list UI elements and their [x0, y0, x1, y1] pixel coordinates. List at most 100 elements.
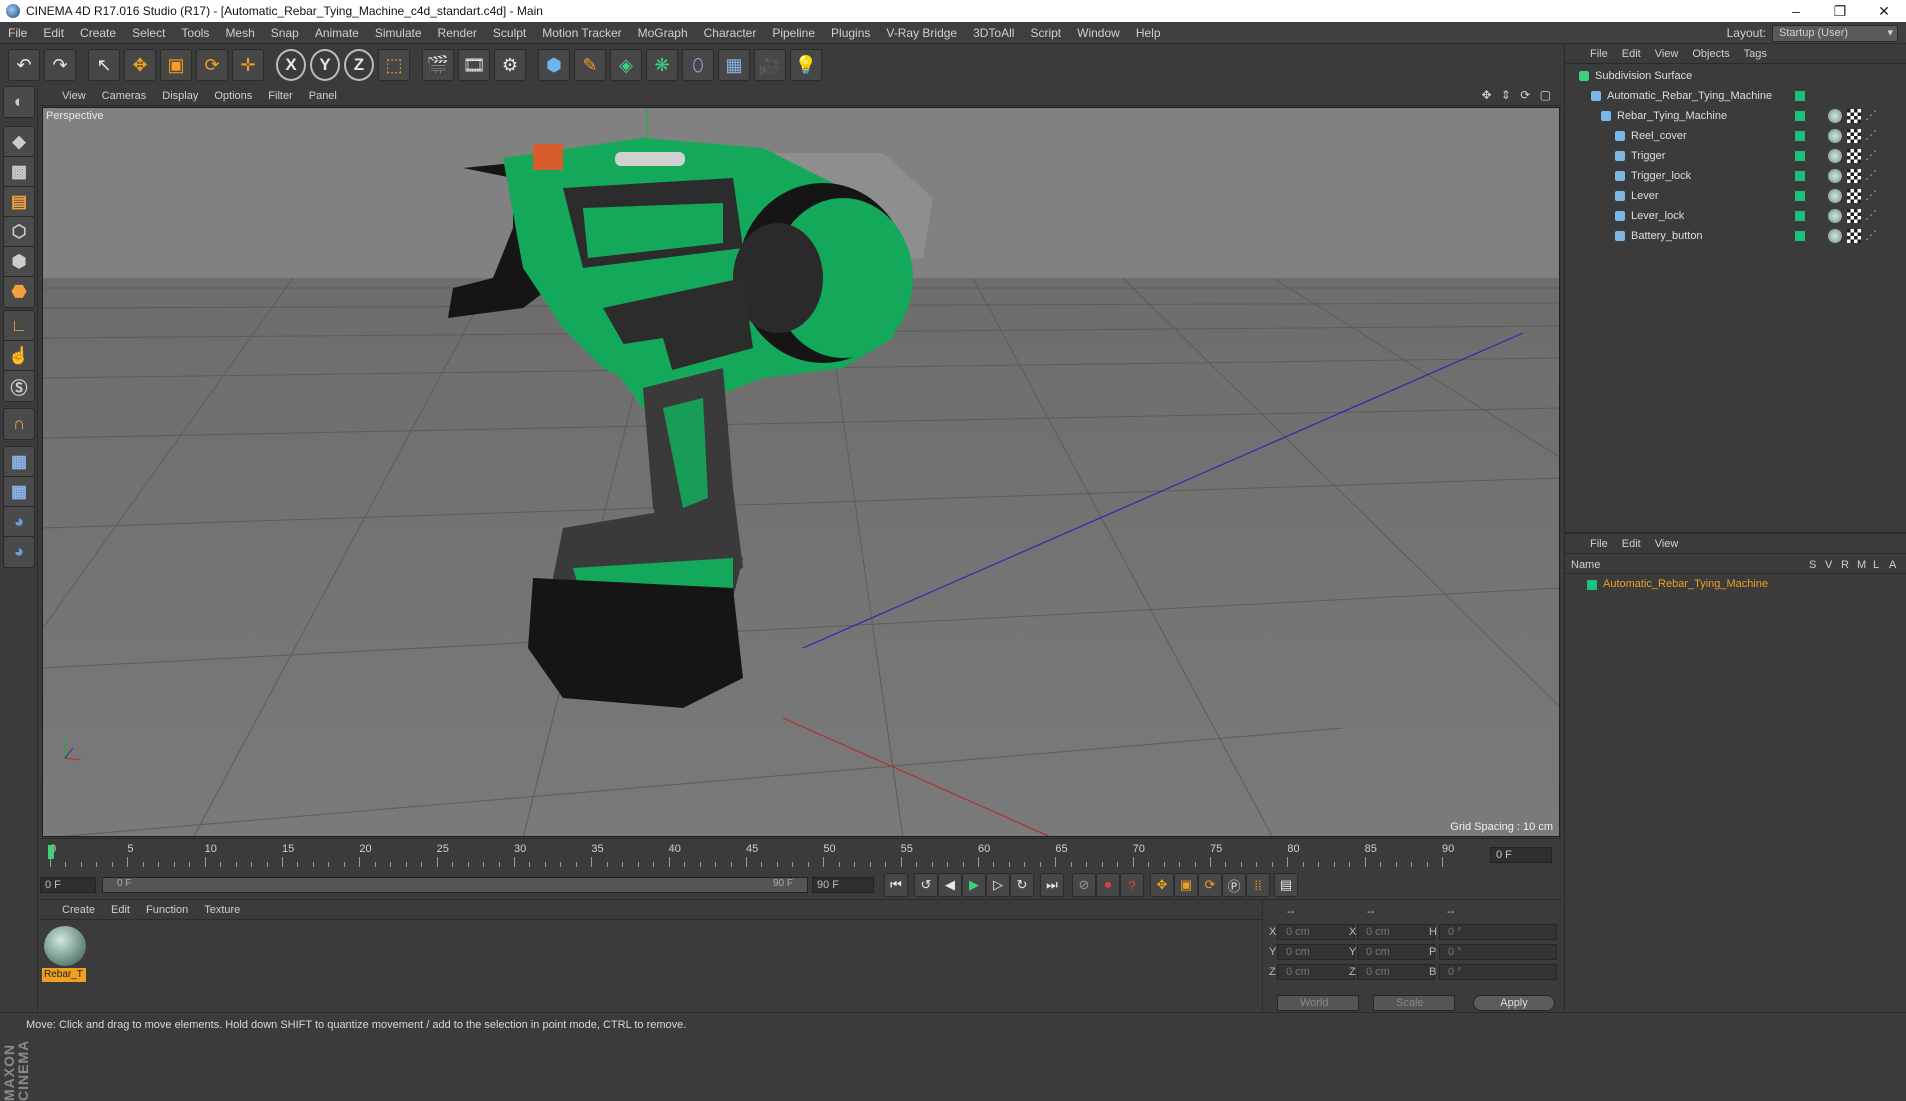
model-mode-icon[interactable]: ◆: [3, 126, 35, 158]
x-axis-lock-icon[interactable]: X: [276, 49, 306, 81]
rot-h-field[interactable]: 0 °: [1439, 924, 1557, 940]
viewport-menu-cameras[interactable]: Cameras: [94, 90, 155, 102]
layer-color-tag[interactable]: [1795, 131, 1805, 141]
preview-range-slider[interactable]: 0 F 90 F: [102, 877, 808, 893]
snap-icon[interactable]: ∩: [3, 408, 35, 440]
pos-y-field[interactable]: 0 cm: [1277, 944, 1355, 960]
menu-mesh[interactable]: Mesh: [217, 26, 262, 40]
record-keys-icon[interactable]: ⊘: [1072, 873, 1096, 897]
texture-mode-icon[interactable]: ▩: [3, 156, 35, 188]
rotate-tool-icon[interactable]: ⟳: [196, 49, 228, 81]
object-row[interactable]: Lever_lock ⋰: [1565, 206, 1906, 226]
texture-tag-icon[interactable]: [1847, 149, 1861, 163]
object-row[interactable]: Rebar_Tying_Machine ⋰: [1565, 106, 1906, 126]
previous-key-icon[interactable]: ↺: [914, 873, 938, 897]
next-frame-icon[interactable]: ▷: [986, 873, 1010, 897]
play-icon[interactable]: ▶: [962, 873, 986, 897]
make-editable-icon[interactable]: ◐: [3, 86, 35, 118]
deformer-icon[interactable]: ⬯: [682, 49, 714, 81]
playhead[interactable]: [48, 845, 54, 859]
position-key-icon[interactable]: ✥: [1150, 873, 1174, 897]
object-row[interactable]: Reel_cover ⋰: [1565, 126, 1906, 146]
viewport-menu-options[interactable]: Options: [206, 90, 260, 102]
weight-tag-icon[interactable]: ⋰: [1865, 129, 1877, 141]
apply-button[interactable]: Apply: [1473, 995, 1555, 1011]
timeline-ruler[interactable]: 051015202530354045505560657075808590 0 F: [40, 838, 1562, 870]
pen-spline-icon[interactable]: ✎: [574, 49, 606, 81]
material-menu-create[interactable]: Create: [54, 904, 103, 916]
material-tag-icon[interactable]: [1828, 129, 1842, 143]
edit-render-settings-icon[interactable]: ⚙: [494, 49, 526, 81]
frame-ruler[interactable]: 051015202530354045505560657075808590: [48, 843, 1500, 867]
rot-b-field[interactable]: 0 °: [1439, 964, 1557, 980]
texture-tag-icon[interactable]: [1847, 109, 1861, 123]
texture-tag-icon[interactable]: [1847, 129, 1861, 143]
weight-tag-icon[interactable]: ⋰: [1865, 189, 1877, 201]
material-tag-icon[interactable]: [1828, 189, 1842, 203]
menu-edit[interactable]: Edit: [35, 26, 72, 40]
coordinate-space-dropdown[interactable]: World: [1277, 995, 1359, 1011]
viewport-menu-view[interactable]: View: [54, 90, 94, 102]
go-to-start-icon[interactable]: ⏮: [884, 873, 908, 897]
om-menu-objects[interactable]: Objects: [1685, 48, 1736, 60]
solo-mode-icon[interactable]: Ⓢ: [3, 370, 35, 402]
weight-tag-icon[interactable]: ⋰: [1865, 229, 1877, 241]
texture-tag-icon[interactable]: [1847, 229, 1861, 243]
layout-dropdown[interactable]: Startup (User): [1772, 24, 1898, 42]
y-axis-lock-icon[interactable]: Y: [310, 49, 340, 81]
layer-color-tag[interactable]: [1795, 91, 1805, 101]
menu-motion-tracker[interactable]: Motion Tracker: [534, 26, 629, 40]
live-selection-icon[interactable]: ↖: [88, 49, 120, 81]
floor-object-icon[interactable]: ▦: [718, 49, 750, 81]
camera-object-icon[interactable]: 🎥: [754, 49, 786, 81]
end-frame-field[interactable]: 90 F: [812, 877, 874, 893]
pla-key-icon[interactable]: ⁞⁞: [1246, 873, 1270, 897]
rot-p-field[interactable]: 0 °: [1439, 944, 1557, 960]
layer-color-tag[interactable]: [1795, 151, 1805, 161]
locked-workplane-icon[interactable]: ▦: [3, 476, 35, 508]
object-row[interactable]: Trigger ⋰: [1565, 146, 1906, 166]
restore-button[interactable]: ❐: [1818, 0, 1862, 22]
coordinate-system-icon[interactable]: ⬚: [378, 49, 410, 81]
material-tag-icon[interactable]: [1828, 209, 1842, 223]
material-menu-texture[interactable]: Texture: [196, 904, 248, 916]
cloner-icon[interactable]: ❋: [646, 49, 678, 81]
viewport-navigation-icons[interactable]: ✥ ⇕ ⟳ ▢: [1481, 88, 1554, 102]
python-script-icon[interactable]: ◕: [3, 506, 35, 538]
weight-tag-icon[interactable]: ⋰: [1865, 149, 1877, 161]
material-menu-edit[interactable]: Edit: [103, 904, 138, 916]
workplane-icon[interactable]: ▦: [3, 446, 35, 478]
scale-tool-icon[interactable]: ▣: [160, 49, 192, 81]
menu-mograph[interactable]: MoGraph: [630, 26, 696, 40]
transform-tool-icon[interactable]: ✛: [232, 49, 264, 81]
menu-vray-bridge[interactable]: V-Ray Bridge: [878, 26, 965, 40]
menu-animate[interactable]: Animate: [307, 26, 367, 40]
menu-plugins[interactable]: Plugins: [823, 26, 878, 40]
size-x-field[interactable]: 0 cm: [1357, 924, 1435, 940]
z-axis-lock-icon[interactable]: Z: [344, 49, 374, 81]
texture-tag-icon[interactable]: [1847, 189, 1861, 203]
menu-simulate[interactable]: Simulate: [367, 26, 430, 40]
undo-icon[interactable]: ↶: [8, 49, 40, 81]
autokey-icon[interactable]: ⏺: [1096, 873, 1120, 897]
next-key-icon[interactable]: ↻: [1010, 873, 1034, 897]
size-y-field[interactable]: 0 cm: [1357, 944, 1435, 960]
object-row[interactable]: Battery_button ⋰: [1565, 226, 1906, 246]
points-mode-icon[interactable]: ⬡: [3, 216, 35, 248]
workplane-mode-icon[interactable]: ▤: [3, 186, 35, 218]
go-to-end-icon[interactable]: ⏭: [1040, 873, 1064, 897]
material-tag-icon[interactable]: [1828, 229, 1842, 243]
minimize-button[interactable]: –: [1774, 0, 1818, 22]
timeline-window-icon[interactable]: ▤: [1274, 873, 1298, 897]
material-preview-swatch[interactable]: [44, 926, 86, 966]
subdivision-surface-icon[interactable]: ◈: [610, 49, 642, 81]
material-menu-function[interactable]: Function: [138, 904, 196, 916]
menu-select[interactable]: Select: [124, 26, 173, 40]
menu-pipeline[interactable]: Pipeline: [764, 26, 823, 40]
lm-menu-file[interactable]: File: [1583, 538, 1615, 550]
tweak-mode-icon[interactable]: ☝: [3, 340, 35, 372]
object-row[interactable]: Trigger_lock ⋰: [1565, 166, 1906, 186]
layer-color-tag[interactable]: [1795, 191, 1805, 201]
menu-window[interactable]: Window: [1069, 26, 1128, 40]
move-tool-icon[interactable]: ✥: [124, 49, 156, 81]
